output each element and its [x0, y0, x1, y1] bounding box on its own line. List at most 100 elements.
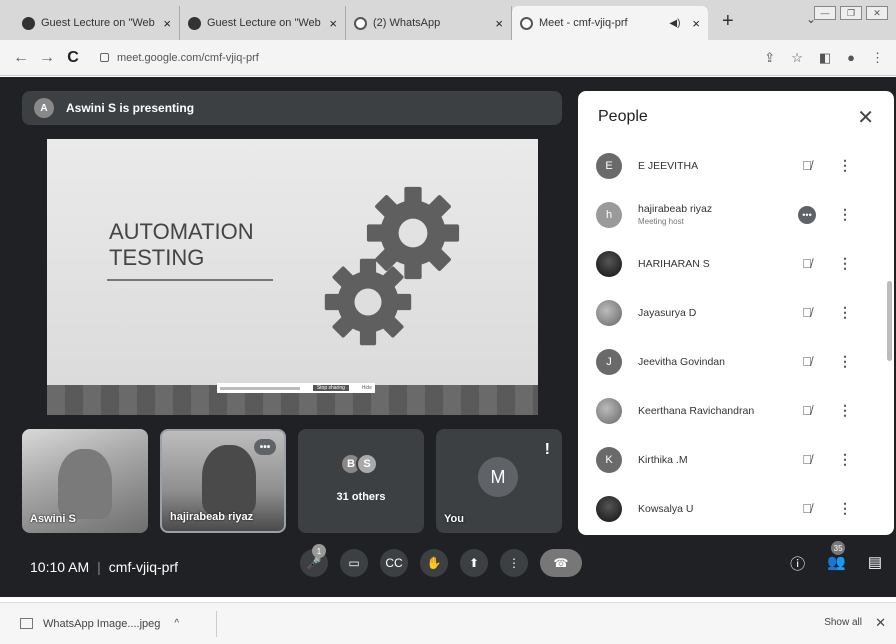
minimize-icon[interactable]: — — [814, 6, 836, 20]
mic-badge: 1 — [312, 544, 326, 558]
more-options-icon[interactable]: ⋮ — [834, 157, 856, 174]
mic-off-icon[interactable]: 🎙̸ — [790, 354, 824, 369]
presenting-banner: A Aswini S is presenting — [22, 91, 562, 125]
browser-tab-whatsapp[interactable]: (2) WhatsApp × — [346, 6, 512, 40]
tab-close-icon[interactable]: × — [163, 16, 171, 31]
captions-icon[interactable]: CC — [380, 549, 408, 577]
browser-tab-2[interactable]: Guest Lecture on "Web D × — [180, 6, 346, 40]
browser-tab-1[interactable]: Guest Lecture on "Web D × — [14, 6, 180, 40]
mic-off-icon[interactable]: 🎙̸ — [790, 501, 824, 516]
tile-name: You — [444, 513, 464, 525]
slide-title: AUTOMATION TESTING — [109, 219, 254, 271]
more-options-icon[interactable]: ⋮ — [834, 353, 856, 370]
reload-icon[interactable]: C — [60, 49, 86, 67]
slide-title-line-1: AUTOMATION — [109, 219, 254, 244]
participant-row[interactable]: h hajirabeab riyaz Meeting host ••• ⋮ — [578, 190, 888, 239]
participant-name: hajirabeab riyaz — [638, 203, 713, 215]
participant-row[interactable]: HARIHARAN S 🎙̸ ⋮ — [578, 239, 888, 288]
back-arrow-icon[interactable]: ← — [8, 49, 34, 67]
participant-row[interactable]: Jayasurya D 🎙̸ ⋮ — [578, 288, 888, 337]
mic-off-icon[interactable]: 🎙̸ — [790, 305, 824, 320]
slide-title-line-2: TESTING — [109, 245, 205, 270]
people-icon[interactable]: 👥 35 — [827, 541, 846, 574]
mic-off-icon[interactable]: 🎙̸ — [790, 158, 824, 173]
leave-call-button[interactable]: ☎ — [540, 549, 582, 577]
meeting-details-icon[interactable]: ⓘ — [790, 553, 805, 574]
more-options-icon[interactable]: ⋮ — [834, 304, 856, 321]
address-bar-actions: ⇪ ☆ ◧ ● ⋮ — [764, 50, 888, 66]
browser-tab-meet[interactable]: Meet - cmf-vjiq-prf ◀) × — [512, 6, 708, 40]
microphone-button[interactable]: 🎤 1 — [300, 544, 328, 577]
participant-row[interactable]: Keerthana Ravichandran 🎙̸ ⋮ — [578, 386, 888, 435]
chevron-up-icon[interactable]: ^ — [174, 618, 179, 629]
shared-slide: AUTOMATION TESTING Stop sharing Hide — [47, 139, 538, 415]
tab-close-icon[interactable]: × — [692, 16, 700, 31]
participant-row[interactable]: J Jeevitha Govindan 🎙̸ ⋮ — [578, 337, 888, 386]
meeting-info: 10:10 AM | cmf-vjiq-prf — [30, 559, 179, 575]
image-file-icon — [20, 618, 33, 629]
participant-name: E JEEVITHA — [638, 159, 699, 172]
profile-icon[interactable]: ● — [847, 50, 855, 65]
mic-off-icon[interactable]: 🎙̸ — [790, 403, 824, 418]
tile-more-options-icon[interactable]: ••• — [254, 439, 276, 455]
speaker-icon: ◀) — [669, 17, 681, 29]
people-count-badge: 35 — [831, 541, 846, 555]
tab-close-icon[interactable]: × — [329, 16, 337, 31]
participant-row[interactable]: Kowsalya U 🎙̸ ⋮ — [578, 484, 888, 533]
more-options-icon[interactable]: ⋮ — [834, 255, 856, 272]
raise-hand-icon[interactable]: ✋ — [420, 549, 448, 577]
more-options-icon[interactable]: ⋮ — [834, 451, 856, 468]
mic-off-icon[interactable]: 🎙̸ — [790, 452, 824, 467]
forward-arrow-icon[interactable]: → — [34, 49, 60, 67]
present-screen-icon[interactable]: ⬆ — [460, 549, 488, 577]
video-tile-host[interactable]: ••• hajirabeab riyaz — [160, 429, 286, 533]
more-options-icon[interactable]: ⋮ — [834, 500, 856, 517]
sharing-notice: Stop sharing Hide — [217, 383, 375, 393]
chat-icon[interactable]: ▤ — [868, 553, 882, 574]
more-options-icon[interactable]: ⋮ — [500, 549, 528, 577]
others-tile[interactable]: B S 31 others — [298, 429, 424, 533]
participant-row[interactable]: E E JEEVITHA 🎙̸ ⋮ — [578, 141, 888, 190]
self-avatar: M — [478, 457, 518, 497]
people-panel-header: People ✕ — [578, 91, 894, 143]
alert-icon[interactable]: ! — [545, 441, 550, 459]
more-options-icon[interactable]: ⋮ — [834, 402, 856, 419]
screen: Guest Lecture on "Web D × Guest Lecture … — [0, 0, 896, 644]
call-controls: 🎤 1 ▭ CC ✋ ⬆ ⋮ ☎ — [300, 544, 582, 577]
tab-title: Meet - cmf-vjiq-prf — [539, 17, 628, 29]
participant-row[interactable]: K Kirthika .M 🎙̸ ⋮ — [578, 435, 888, 484]
bookmark-star-icon[interactable]: ☆ — [791, 50, 803, 66]
more-options-icon[interactable]: ⋮ — [834, 206, 856, 223]
maximize-icon[interactable]: ❐ — [840, 6, 862, 20]
meet-stage: A Aswini S is presenting AUTOMATION TEST… — [0, 77, 896, 597]
participant-name: Jeevitha Govindan — [638, 355, 725, 368]
avatar: h — [596, 201, 622, 228]
window-close-icon[interactable]: ✕ — [866, 6, 888, 20]
download-bar: WhatsApp Image....jpeg ^ Show all ✕ — [0, 602, 896, 644]
url-field[interactable]: meet.google.com/cmf-vjiq-prf — [94, 45, 756, 71]
mic-off-icon[interactable]: 🎙̸ — [790, 256, 824, 271]
close-icon[interactable]: ✕ — [875, 615, 886, 631]
hide-notice-button[interactable]: Hide — [362, 385, 372, 391]
people-panel: People ✕ E E JEEVITHA 🎙̸ ⋮ h hajirabeab … — [578, 91, 894, 535]
tab-close-icon[interactable]: × — [495, 16, 503, 31]
download-filename[interactable]: WhatsApp Image....jpeg — [43, 618, 160, 630]
video-tile-aswini[interactable]: Aswini S — [22, 429, 148, 533]
browser-tab-strip: Guest Lecture on "Web D × Guest Lecture … — [0, 0, 896, 40]
browser-menu-icon[interactable]: ⋮ — [871, 50, 884, 66]
participant-video — [202, 445, 256, 515]
side-panel-icon[interactable]: ◧ — [819, 50, 831, 66]
stop-sharing-button[interactable]: Stop sharing — [312, 385, 349, 391]
close-icon[interactable]: ✕ — [857, 105, 874, 130]
people-scrollbar[interactable] — [887, 281, 892, 361]
participant-name: Jayasurya D — [638, 306, 697, 319]
self-tile[interactable]: ! M You — [436, 429, 562, 533]
avatar: S — [356, 453, 378, 475]
tab-favicon-icon — [22, 16, 35, 30]
tab-favicon-icon — [188, 16, 201, 30]
share-icon[interactable]: ⇪ — [764, 50, 775, 66]
url-text: meet.google.com/cmf-vjiq-prf — [117, 51, 259, 64]
camera-icon[interactable]: ▭ — [340, 549, 368, 577]
new-tab-button[interactable]: + — [722, 10, 734, 33]
show-all-button[interactable]: Show all — [824, 617, 862, 628]
